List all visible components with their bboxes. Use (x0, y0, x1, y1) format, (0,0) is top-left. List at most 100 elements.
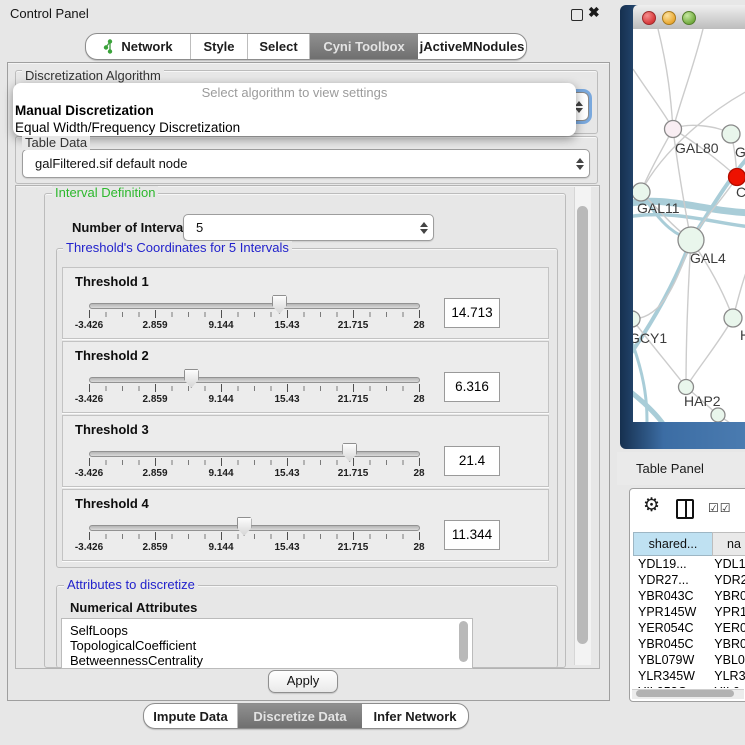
close-traffic-light-icon[interactable] (642, 11, 656, 25)
threshold-stack: Threshold 1 -3.4262.8599.14415.4321.7152… (62, 267, 549, 563)
network-edges (633, 29, 745, 422)
threshold-slider[interactable]: -3.4262.8599.14415.4321.71528 (89, 368, 420, 410)
threshold-label: Threshold 1 (75, 274, 149, 289)
network-node[interactable] (633, 183, 650, 201)
network-node[interactable] (665, 121, 682, 138)
network-node-label: GAL80 (675, 140, 719, 156)
slider-track[interactable] (89, 377, 420, 383)
attributes-list-scrollbar[interactable] (459, 621, 468, 662)
slider-minor-ticks (89, 312, 420, 317)
network-view-canvas[interactable]: GAL80GACGAL11GAL4GCY1HHAP2 (633, 29, 745, 422)
combo-arrows-icon (571, 158, 589, 170)
threshold-label: Threshold 4 (75, 496, 149, 511)
select-columns-icon[interactable]: ☑☑ (708, 501, 732, 515)
slider-track[interactable] (89, 303, 420, 309)
tab-select[interactable]: Select (248, 34, 310, 59)
zoom-traffic-light-icon[interactable] (682, 11, 696, 25)
control-panel-title: Control Panel (10, 6, 89, 21)
table-data-combobox[interactable]: galFiltered.sif default node (22, 149, 590, 178)
table-hscrollbar-thumb[interactable] (636, 690, 734, 697)
threshold-panel: Threshold 2 -3.4262.8599.14415.4321.7152… (62, 341, 549, 413)
table-panel-title: Table Panel (636, 461, 704, 476)
numerical-attributes-label: Numerical Attributes (70, 600, 197, 615)
tab-discretize-data[interactable]: Discretize Data (238, 704, 362, 728)
table-row[interactable]: YBR043CYBR0 (633, 588, 745, 604)
attribute-list-item[interactable]: TopologicalCoefficient (62, 638, 472, 653)
tab-select-label: Select (259, 39, 297, 54)
slider-track[interactable] (89, 525, 420, 531)
threshold-value-field[interactable]: 14.713 (444, 298, 500, 328)
threshold-value-field[interactable]: 6.316 (444, 372, 500, 402)
network-node[interactable] (729, 169, 745, 186)
tab-style[interactable]: Style (191, 34, 248, 59)
threshold-slider[interactable]: -3.4262.8599.14415.4321.71528 (89, 516, 420, 558)
tab-cyni-toolbox[interactable]: Cyni Toolbox (310, 34, 418, 59)
apply-button[interactable]: Apply (268, 670, 338, 693)
tab-network[interactable]: Network (86, 34, 191, 59)
minimize-traffic-light-icon[interactable] (662, 11, 676, 25)
tab-jactivemnodules-label: jActiveMNodules (420, 39, 525, 54)
table-row[interactable]: YPR145WYPR1 (633, 604, 745, 620)
tab-jactivemnodules[interactable]: jActiveMNodules (418, 34, 526, 59)
control-panel-tab-bar: Network Style Select Cyni Toolbox jActiv… (85, 33, 527, 60)
attribute-list-item[interactable]: BetweennessCentrality (62, 653, 472, 668)
threshold-panel: Threshold 3 -3.4262.8599.14415.4321.7152… (62, 415, 549, 487)
numerical-attributes-list[interactable]: SelfLoopsTopologicalCoefficientBetweenne… (61, 618, 473, 669)
table-row[interactable]: YIL052CYIL0 (633, 684, 745, 688)
threshold-slider[interactable]: -3.4262.8599.14415.4321.71528 (89, 294, 420, 336)
tab-infer-network-label: Infer Network (373, 709, 456, 724)
network-node-label: GCY1 (633, 330, 667, 346)
slider-track[interactable] (89, 451, 420, 457)
tab-impute-data[interactable]: Impute Data (144, 704, 238, 728)
table-data-group-label: Table Data (22, 136, 90, 150)
threshold-label: Threshold 2 (75, 348, 149, 363)
combo-arrows-icon (415, 222, 433, 234)
table-row[interactable]: YDR27...YDR2 (633, 572, 745, 588)
table-rows[interactable]: YDL19...YDL1YDR27...YDR2YBR043CYBR0YPR14… (633, 556, 745, 688)
interval-definition-group-label: Interval Definition (52, 186, 158, 200)
threshold-value-field[interactable]: 11.344 (444, 520, 500, 550)
slider-minor-ticks (89, 386, 420, 391)
tab-cyni-toolbox-label: Cyni Toolbox (323, 39, 404, 54)
column-layout-icon[interactable] (676, 499, 694, 519)
threshold-slider[interactable]: -3.4262.8599.14415.4321.71528 (89, 442, 420, 484)
float-window-icon[interactable] (571, 9, 583, 21)
dropdown-option-manual[interactable]: Manual Discretization (13, 102, 576, 119)
threshold-panel: Threshold 1 -3.4262.8599.14415.4321.7152… (62, 267, 549, 339)
gear-icon[interactable]: ⚙ (643, 496, 660, 516)
attributes-group-label: Attributes to discretize (64, 578, 198, 592)
network-node-label: GAL11 (637, 200, 680, 216)
network-node-label: GAL4 (690, 250, 726, 266)
slider-minor-ticks (89, 460, 420, 465)
table-row[interactable]: YBL079WYBL0 (633, 652, 745, 668)
table-header-row: shared... na (633, 532, 745, 556)
number-of-intervals-value: 5 (184, 220, 415, 235)
cyni-mode-tab-bar: Impute Data Discretize Data Infer Networ… (143, 703, 469, 729)
network-node-label: GA (735, 144, 745, 160)
table-row[interactable]: YLR345WYLR3 (633, 668, 745, 684)
dropdown-option-equal-width[interactable]: Equal Width/Frequency Discretization (13, 119, 576, 136)
discretization-algorithm-group-label: Discretization Algorithm (22, 69, 164, 83)
table-row[interactable]: YER054CYER0 (633, 620, 745, 636)
network-node-label: H (740, 327, 745, 343)
network-node[interactable] (633, 311, 640, 327)
network-icon (103, 39, 116, 54)
network-node[interactable] (722, 125, 740, 143)
algorithm-dropdown-popup: Select algorithm to view settings Manual… (13, 83, 576, 136)
network-node[interactable] (711, 408, 725, 422)
table-row[interactable]: YBR045CYBR0 (633, 636, 745, 652)
network-node[interactable] (724, 309, 742, 327)
threshold-label: Threshold 3 (75, 422, 149, 437)
number-of-intervals-combobox[interactable]: 5 (183, 214, 434, 241)
table-row[interactable]: YDL19...YDL1 (633, 556, 745, 572)
close-icon[interactable]: ✖ (588, 4, 600, 21)
threshold-value-field[interactable]: 21.4 (444, 446, 500, 476)
settings-scrollbar-thumb[interactable] (577, 206, 588, 644)
column-header-shared-name[interactable]: shared... (633, 532, 712, 556)
column-header-name[interactable]: na (712, 532, 745, 556)
network-node-label: HAP2 (684, 393, 721, 409)
tab-network-label: Network (121, 39, 172, 54)
tab-infer-network[interactable]: Infer Network (362, 704, 468, 728)
attribute-list-item[interactable]: SelfLoops (62, 619, 472, 638)
slider-minor-ticks (89, 534, 420, 539)
